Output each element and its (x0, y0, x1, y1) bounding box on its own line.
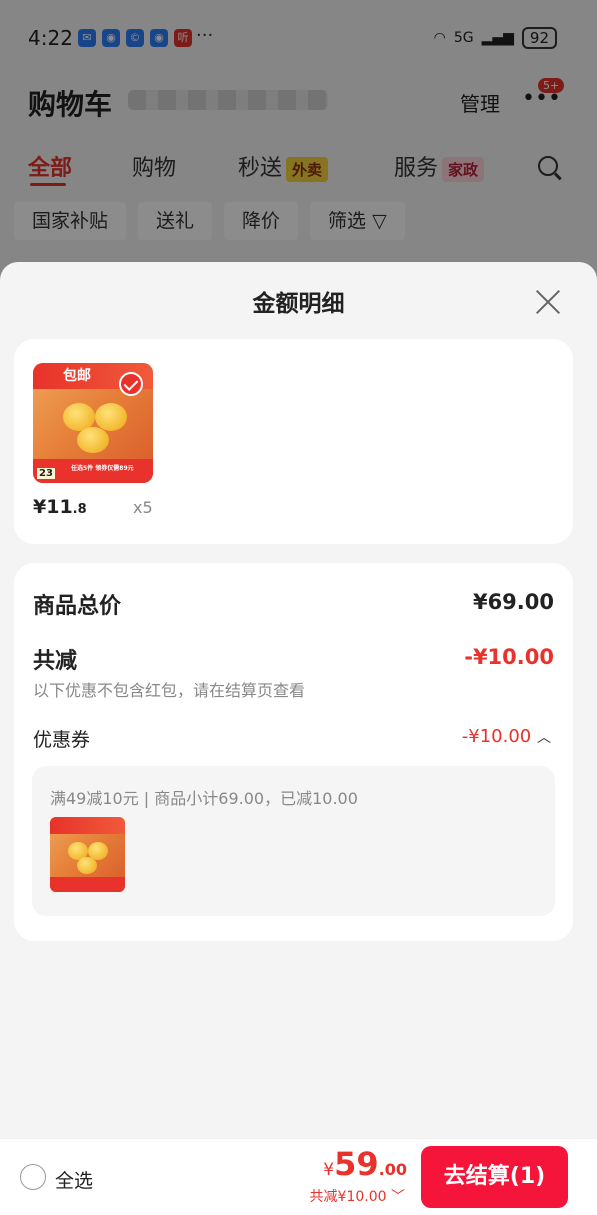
goods-total-label: 商品总价 (33, 594, 122, 619)
select-all-radio[interactable] (20, 1164, 46, 1190)
price-summary-card: 商品总价 ¥69.00 共减 -¥10.00 以下优惠不包含红包，请在结算页查看… (14, 563, 573, 941)
close-icon[interactable] (533, 286, 563, 316)
reduction-label: 共减 (33, 649, 78, 674)
discount-text: 共减¥10.00 (309, 1189, 387, 1205)
product-quantity: x5 (133, 498, 153, 517)
product-image-promo: 任选5件 领券仅需89元 (71, 465, 134, 472)
product-image-label: 包邮 (63, 368, 91, 384)
reduction-value: -¥10.00 (464, 645, 554, 669)
product-image-number: 23 (37, 468, 55, 479)
amount-detail-sheet: 金额明细 包邮 任选5件 领券仅需89元 23 ¥11.8 x5 商品总价 ¥6… (0, 262, 597, 1215)
sheet-title: 金额明细 (252, 291, 345, 317)
product-price: ¥11.8 (33, 496, 87, 518)
cart-page-background: 4:22 ✉ ◉ © ◉ 听 ··· ◠ 5G ▂▄▆ 92 购物车 管理 ••… (0, 0, 597, 290)
reduction-note: 以下优惠不包含红包，请在结算页查看 (33, 681, 306, 700)
select-all-label[interactable]: 全选 (55, 1166, 93, 1193)
coupon-label: 优惠券 (33, 729, 91, 751)
coupon-product-thumbnail (50, 817, 125, 892)
selected-check-icon[interactable] (119, 372, 143, 396)
coupon-value: -¥10.00 (461, 726, 532, 747)
coupon-detail-box: 满49减10元 | 商品小计69.00，已减10.00 (32, 766, 555, 916)
checkout-button[interactable]: 去结算(1) (421, 1146, 568, 1208)
product-card: 包邮 任选5件 领券仅需89元 23 ¥11.8 x5 (14, 339, 573, 544)
discount-summary[interactable]: 共减¥10.00 ﹀ (310, 1186, 405, 1206)
overlay-mask[interactable] (0, 0, 597, 290)
total-price: ¥59.00 (323, 1145, 407, 1183)
coupon-detail-text: 满49减10元 | 商品小计69.00，已减10.00 (50, 789, 358, 808)
checkout-bar: 全选 ¥59.00 共减¥10.00 ﹀ 去结算(1) (0, 1138, 597, 1215)
coupon-toggle[interactable]: -¥10.00 ︿ (462, 726, 551, 747)
goods-total-value: ¥69.00 (472, 590, 554, 614)
chevron-down-icon: ﹀ (391, 1189, 405, 1205)
chevron-up-icon: ︿ (537, 730, 551, 746)
